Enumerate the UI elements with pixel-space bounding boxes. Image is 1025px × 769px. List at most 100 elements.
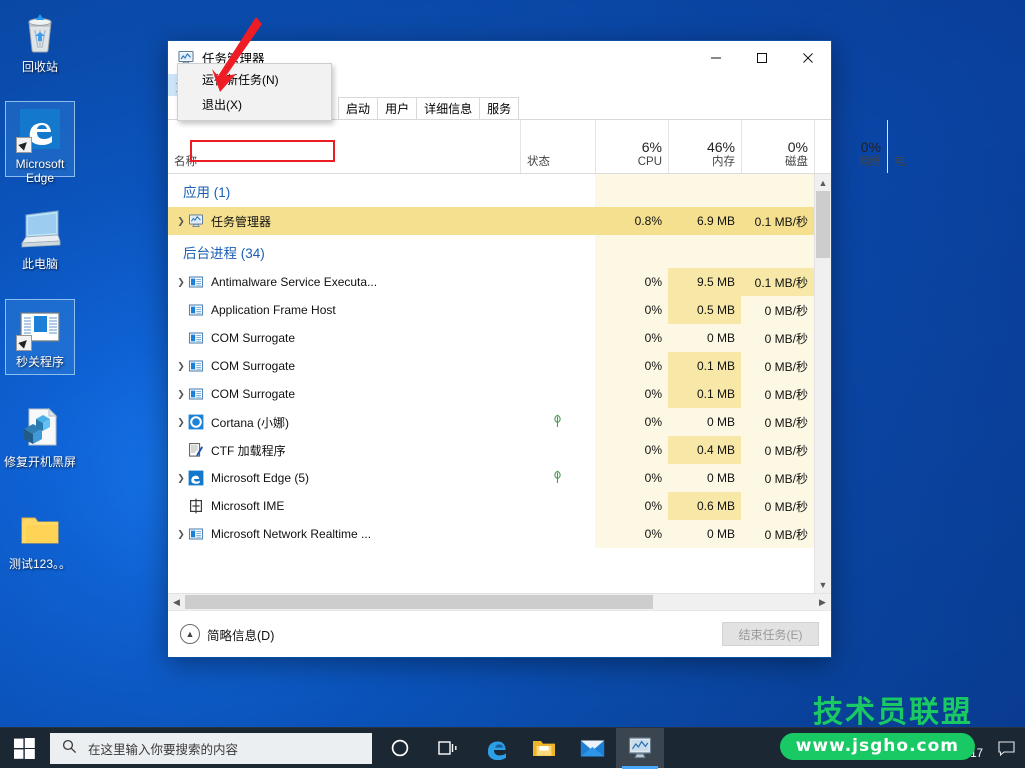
vertical-scrollbar[interactable]: ▲ ▼ [814,174,831,593]
scroll-right-icon[interactable]: ▶ [814,594,831,610]
expand-chevron-icon[interactable]: ❯ [174,417,188,428]
scroll-down-icon[interactable]: ▼ [815,576,831,593]
process-row[interactable]: ❯COM Surrogate0%0.1 MB0 MB/秒0 Mbps [168,352,814,380]
expand-chevron-icon[interactable]: ❯ [174,473,188,484]
column-header-name[interactable]: . 名称 [168,120,520,173]
process-row[interactable]: ❯Microsoft Edge (5)0%0 MB0 MB/秒0 Mbps [168,464,814,492]
column-header-disk[interactable]: 0% 磁盘 [741,120,814,173]
process-group-row[interactable]: 后台进程 (34) [168,235,814,268]
process-row[interactable]: ❯Antimalware Service Executa...0%9.5 MB0… [168,268,814,296]
tab-startup[interactable]: 启动 [338,97,378,119]
horizontal-scrollbar[interactable]: ◀ ▶ [168,593,831,610]
scroll-left-icon[interactable]: ◀ [168,594,185,610]
end-task-button[interactable]: 结束任务(E) [722,622,819,646]
process-name-cell[interactable]: ❯任务管理器 [168,207,520,235]
less-details-button[interactable]: ▲ 简略信息(D) [180,624,274,644]
process-name-cell[interactable]: ❯COM Surrogate [168,380,520,408]
hscroll-track[interactable] [185,594,814,610]
desktop-icon-microsoft-edge[interactable]: Microsoft Edge [2,105,78,185]
search-placeholder: 在这里输入你要搜索的内容 [88,739,238,758]
process-name-cell[interactable]: CTF 加载程序 [168,436,520,464]
process-name-cell[interactable]: Microsoft IME [168,492,520,520]
process-row[interactable]: CTF 加载程序0%0.4 MB0 MB/秒0 Mbps [168,436,814,464]
process-row[interactable]: ❯COM Surrogate0%0.1 MB0 MB/秒0 Mbps [168,380,814,408]
expand-chevron-icon[interactable]: ❯ [174,277,188,288]
taskbar-task-manager-button[interactable] [616,728,664,769]
taskbar-cortana-button[interactable] [376,728,424,769]
process-group-label: 后台进程 (34) [168,235,520,268]
taskbar-task-view-button[interactable] [424,728,472,769]
process-status-cell [520,436,595,464]
process-row[interactable]: ❯Microsoft Network Realtime ...0%0 MB0 M… [168,520,814,548]
scroll-thumb[interactable] [816,191,830,258]
watermark-brand: 技术员联盟 [813,687,973,731]
minimize-button[interactable] [693,41,739,74]
file-dropdown-menu[interactable]: 运行新任务(N) 退出(X) [177,63,332,121]
process-name-cell[interactable]: ❯Microsoft Edge (5) [168,464,520,492]
task-manager-window[interactable]: 任务管理器 文件(F) 选项(O) 查看(V) 进程 性能 应用历史记录 启动 … [167,40,832,658]
column-header-status[interactable]: . 状态 [520,120,595,173]
process-row[interactable]: COM Surrogate0%0 MB0 MB/秒0 Mbps [168,324,814,352]
desktop-icon-fix-boot-black-screen[interactable]: 修复开机黑屏 [2,403,78,469]
desktop-icon-recycle-bin[interactable]: 回收站 [2,8,78,74]
taskbar-items[interactable] [376,728,664,769]
process-row[interactable]: Microsoft IME0%0.6 MB0 MB/秒0 Mbps [168,492,814,520]
process-name-cell[interactable]: ❯Microsoft Network Realtime ... [168,520,520,548]
process-disk-cell: 0 MB/秒 [741,464,814,492]
column-header-network[interactable]: 0% 网络 [814,120,887,173]
process-name-cell[interactable]: ❯ Cortana (小娜) [168,408,520,436]
column-header-power[interactable]: . 电 [887,120,912,173]
desktop-icon-quick-close-program[interactable]: 秒关程序 [2,303,78,369]
column-header-power-label: 电 [894,155,906,169]
process-name-label: Cortana (小娜) [211,414,289,431]
taskbar-search-box[interactable]: 在这里输入你要搜索的内容 [50,733,372,764]
taskbar-edge-button[interactable] [472,728,520,769]
process-row[interactable]: ❯Cortana (小娜)0%0 MB0 MB/秒0 Mbps [168,408,814,436]
process-cell-mem [668,174,741,207]
column-header-disk-label: 磁盘 [785,155,808,169]
close-button[interactable] [785,41,831,74]
process-status-cell [520,268,595,296]
column-header-cpu[interactable]: 6% CPU [595,120,668,173]
desktop-icon-test-folder[interactable]: 测试123。。 [2,505,78,571]
start-button[interactable] [0,728,48,769]
tab-users[interactable]: 用户 [377,97,417,119]
process-row[interactable]: ❯任务管理器0.8%6.9 MB0.1 MB/秒0 Mbps [168,207,814,235]
taskbar-mail-button[interactable] [568,728,616,769]
column-headers[interactable]: . 名称 . 状态 6% CPU 46% 内存 0% 磁盘 0% 网络 . 电 [168,120,831,174]
generic-app-icon [188,302,204,318]
cortana-icon [188,414,204,430]
process-row[interactable]: Application Frame Host0%0.5 MB0 MB/秒0 Mb… [168,296,814,324]
tab-services[interactable]: 服务 [479,97,519,119]
taskbar-file-explorer-button[interactable] [520,728,568,769]
desktop-icon-this-pc[interactable]: 此电脑 [2,205,78,271]
scroll-up-icon[interactable]: ▲ [815,174,831,191]
process-cell-disk [741,174,814,207]
scroll-track[interactable] [815,191,831,576]
expand-chevron-icon[interactable]: ❯ [174,389,188,400]
menu-item-exit[interactable]: 退出(X) [178,92,331,117]
column-header-memory[interactable]: 46% 内存 [668,120,741,173]
process-list[interactable]: 应用 (1)❯任务管理器0.8%6.9 MB0.1 MB/秒0 Mbps后台进程… [168,174,814,593]
action-center-button[interactable] [993,728,1019,769]
hscroll-thumb[interactable] [185,595,653,609]
tab-details[interactable]: 详细信息 [416,97,480,119]
process-name-cell[interactable]: ❯Antimalware Service Executa... [168,268,520,296]
process-status-cell [520,324,595,352]
expand-chevron-icon[interactable]: ❯ [174,216,188,227]
process-disk-cell: 0 MB/秒 [741,352,814,380]
desktop-icon-label: 回收站 [2,60,78,74]
expand-chevron-icon[interactable]: ❯ [174,529,188,540]
process-name-cell[interactable]: ❯COM Surrogate [168,352,520,380]
process-cpu-cell: 0% [595,492,668,520]
process-table[interactable]: 应用 (1)❯任务管理器0.8%6.9 MB0.1 MB/秒0 Mbps后台进程… [168,174,831,593]
process-group-row[interactable]: 应用 (1) [168,174,814,207]
menu-item-run-new-task[interactable]: 运行新任务(N) [178,67,331,92]
watermark-url: www.jsgho.com [780,733,975,760]
column-header-memory-label: 内存 [712,155,735,169]
process-name-cell[interactable]: COM Surrogate [168,324,520,352]
expand-chevron-icon[interactable]: ❯ [174,361,188,372]
process-name-label: COM Surrogate [211,331,295,345]
maximize-button[interactable] [739,41,785,74]
process-name-cell[interactable]: Application Frame Host [168,296,520,324]
